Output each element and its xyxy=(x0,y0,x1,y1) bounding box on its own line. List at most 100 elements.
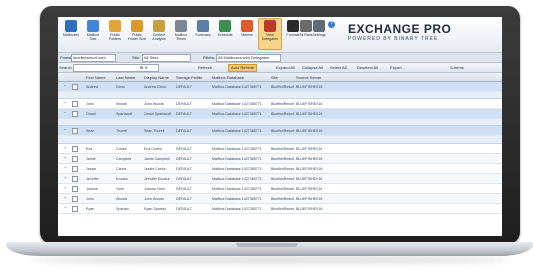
column-last-name[interactable]: Last Name xyxy=(116,75,135,80)
laptop-shadow xyxy=(30,256,510,264)
filters-label: Filters: xyxy=(203,55,215,60)
row-checkbox[interactable] xyxy=(72,186,78,192)
cell-mailbox-database: Mailbox Database 1427385771 xyxy=(212,197,262,201)
ribbon-view-delegates-button[interactable]: View Delegates xyxy=(258,18,282,50)
column-first-name[interactable]: First Name xyxy=(86,75,106,80)
column-storage-profile[interactable]: Storage Profile xyxy=(176,75,202,80)
cell-first-name: Jamie xyxy=(86,157,96,161)
table-row[interactable]: + John Woods John Woods DEFAULT Mailbox Datab… xyxy=(58,194,502,204)
cell-last-name: Thorell xyxy=(116,129,127,133)
expand-toggle-icon[interactable]: − xyxy=(64,111,68,115)
table-row[interactable]: − Andrew Dixon Andrew Dixon DEFAULT Mailbox D… xyxy=(58,82,502,92)
column-display-name[interactable]: Display Name xyxy=(144,75,169,80)
brand-subtitle: POWERED BY BINARY TREE xyxy=(348,36,439,42)
ribbon-metrics-button[interactable]: Metrics xyxy=(236,19,258,49)
expand-toggle-icon[interactable]: − xyxy=(64,84,68,88)
refresh-button[interactable]: Refresh xyxy=(198,65,212,70)
ribbon-content-analysis-button[interactable]: Content Analysis xyxy=(148,19,170,49)
grid-header: First Name Last Name Display Name Storag… xyxy=(58,73,502,82)
ribbon-summary-button[interactable]: Summary xyxy=(192,19,214,49)
mailbox-grid: First Name Last Name Display Name Storag… xyxy=(58,73,502,236)
column-mailbox-database[interactable]: Mailbox Database xyxy=(212,75,244,80)
forest-select[interactable]: bluefishresort.com xyxy=(71,54,116,62)
expand-toggle-icon[interactable]: + xyxy=(64,146,68,150)
content-analysis-label: Content Analysis xyxy=(152,33,166,41)
expand-toggle-icon[interactable]: + xyxy=(64,156,68,160)
ribbon-mailbox-size-button[interactable]: Mailbox Size xyxy=(82,19,104,49)
ribbon-toolbar: ? EXCHANGE PRO POWERED BY BINARY TREE Ma… xyxy=(58,17,502,53)
table-row[interactable]: + Jennifer Kozack Jennifer Kozack DEFAULT Mai… xyxy=(58,174,502,184)
column-site[interactable]: Site xyxy=(271,75,278,80)
public-folder-size-label: Public Folder Size xyxy=(127,33,147,41)
table-row[interactable]: + Eva Cortes Eva Cortes DEFAULT Mailbox Datab… xyxy=(58,144,502,154)
cell-first-name: Omari xyxy=(86,112,96,116)
ribbon-public-folders-button[interactable]: Public Folders xyxy=(104,19,126,49)
expand-toggle-icon[interactable]: + xyxy=(64,196,68,200)
expand-toggle-icon[interactable]: + xyxy=(64,101,68,105)
expand-toggle-icon[interactable]: − xyxy=(64,128,68,132)
table-row[interactable]: − Omari Spartacoff Omari Spartacoff DEFAULT M… xyxy=(58,109,502,119)
row-checkbox[interactable] xyxy=(72,111,78,117)
cell-first-name: Eva xyxy=(86,147,93,151)
expand-toggle-icon[interactable]: + xyxy=(64,176,68,180)
table-row[interactable]: + Jessie Carlos Jessie Carlos DEFAULT Mailbox… xyxy=(58,164,502,174)
row-checkbox[interactable] xyxy=(72,196,78,202)
mailbox-size-label: Mailbox Size xyxy=(86,33,100,41)
row-checkbox[interactable] xyxy=(72,176,78,182)
cell-storage-profile: DEFAULT xyxy=(176,167,192,171)
search-action-icons[interactable]: ⊞ ✕ xyxy=(140,65,148,70)
ribbon-schedule-button[interactable]: Schedule xyxy=(214,19,236,49)
table-row[interactable]: + Joanna Yuen Joanna Yuen DEFAULT Mailbox Dat… xyxy=(58,184,502,194)
cell-source-server: BLUEFISHEX16 xyxy=(296,147,323,151)
cell-mailbox-database: Mailbox Database 1427385771 xyxy=(212,112,262,116)
cell-site: BluefishResort xyxy=(271,102,295,106)
ribbon-settings-button[interactable]: Settings xyxy=(308,19,330,49)
expand-toggle-icon[interactable]: + xyxy=(64,206,68,210)
auto-refresh-button[interactable]: Auto Refresh xyxy=(228,64,258,72)
row-checkbox[interactable] xyxy=(72,101,78,107)
export-button[interactable]: Export... xyxy=(390,65,405,70)
cell-mailbox-database: Mailbox Database 1427385771 xyxy=(212,102,262,106)
filters-select[interactable]: All Mailboxes with Delegates xyxy=(216,54,281,62)
ribbon-mailbox-times-button[interactable]: Mailbox Times xyxy=(170,19,192,49)
ribbon-mailboxes-button[interactable]: Mailboxes xyxy=(60,19,82,49)
table-row[interactable]: + John Woods John Woods DEFAULT Mailbox Datab… xyxy=(58,99,502,109)
cell-source-server: BLUEFISHEX16 xyxy=(296,102,323,106)
cell-last-name: Woods xyxy=(116,197,128,201)
column-source-server[interactable]: Source Server xyxy=(296,75,322,80)
cell-mailbox-database: Mailbox Database 1427385771 xyxy=(212,167,262,171)
expand-toggle-icon[interactable]: + xyxy=(64,166,68,170)
ribbon-public-folder-size-button[interactable]: Public Folder Size xyxy=(126,19,148,49)
cell-storage-profile: DEFAULT xyxy=(176,129,192,133)
table-row[interactable]: + Jamie Campbell Jamie Campbell DEFAULT Mailb… xyxy=(58,154,502,164)
cell-storage-profile: DEFAULT xyxy=(176,85,192,89)
cell-source-server: BLUEFISHEX16 xyxy=(296,197,323,201)
select-all-button[interactable]: Select All xyxy=(330,65,346,70)
cell-mailbox-database: Mailbox Database 1427385771 xyxy=(212,85,262,89)
cell-source-server: BLUEFISHEX16 xyxy=(296,112,323,116)
deselect-all-button[interactable]: Deselect All xyxy=(357,65,378,70)
expand-toggle-icon[interactable]: + xyxy=(64,186,68,190)
table-row[interactable]: + Ryan Spartan Ryan Spartan DEFAULT Mailbox D… xyxy=(58,204,502,214)
row-checkbox[interactable] xyxy=(72,146,78,152)
row-checkbox[interactable] xyxy=(72,128,78,134)
site-label: Site: xyxy=(132,55,141,60)
public-folder-size-icon xyxy=(131,20,143,32)
row-checkbox[interactable] xyxy=(72,166,78,172)
cell-last-name: Woods xyxy=(116,102,128,106)
collapse-all-button[interactable]: Collapse All xyxy=(302,65,323,70)
summary-icon xyxy=(197,20,209,32)
app-window: ? EXCHANGE PRO POWERED BY BINARY TREE Ma… xyxy=(58,17,502,236)
metrics-label: Metrics xyxy=(241,33,253,37)
table-row[interactable]: − Sean Thorell Sean Thorell DEFAULT Mailbox D… xyxy=(58,126,502,136)
cell-site: BluefishResort xyxy=(271,85,295,89)
cell-storage-profile: DEFAULT xyxy=(176,207,192,211)
expand-all-button[interactable]: Expand All xyxy=(276,65,295,70)
cell-site: BluefishResort xyxy=(271,129,295,133)
row-checkbox[interactable] xyxy=(72,206,78,212)
site-select[interactable]: All Sites xyxy=(142,54,191,62)
cell-mailbox-database: Mailbox Database 1427385771 xyxy=(212,147,262,151)
row-checkbox[interactable] xyxy=(72,156,78,162)
cell-display-name: Jamie Campbell xyxy=(144,157,170,161)
row-checkbox[interactable] xyxy=(72,84,78,90)
